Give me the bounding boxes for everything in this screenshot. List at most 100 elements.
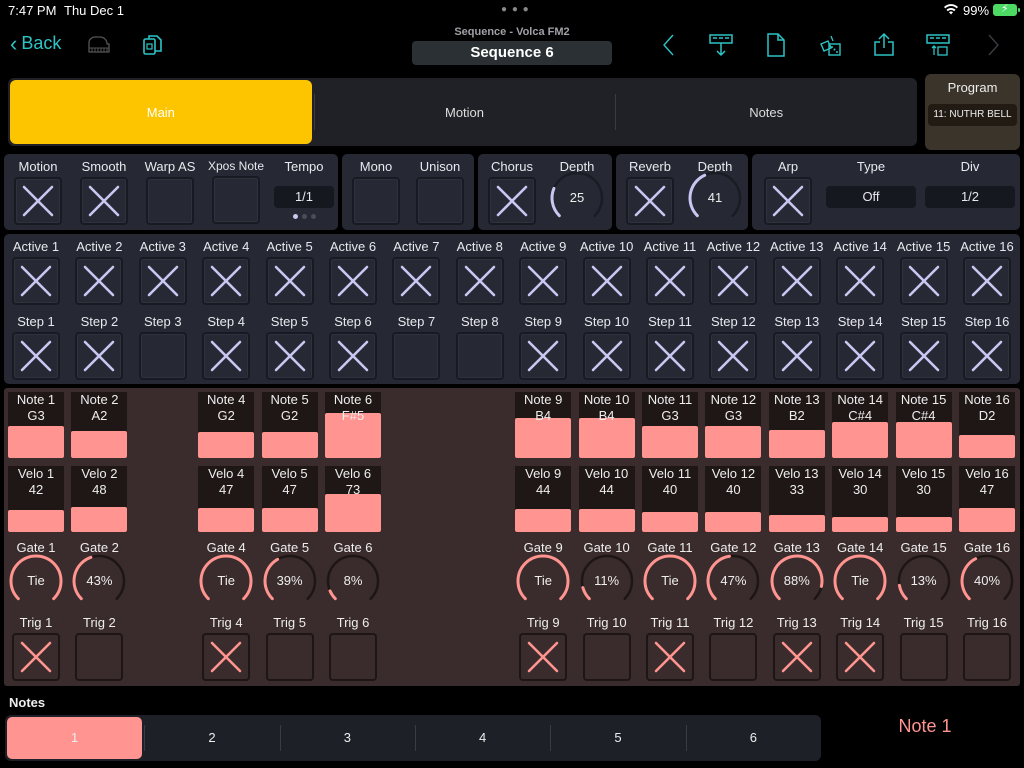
tab-main[interactable]: Main <box>10 80 312 144</box>
velocity-slider[interactable]: Velo 2 48 <box>71 466 128 532</box>
tab-notes[interactable]: Notes <box>615 78 917 146</box>
trig-checkbox[interactable] <box>75 633 124 681</box>
velocity-slider[interactable]: Velo 13 33 <box>768 466 825 532</box>
save-pattern-icon[interactable] <box>925 32 951 58</box>
step-checkbox[interactable] <box>582 332 631 380</box>
trig-checkbox[interactable] <box>836 633 885 681</box>
velocity-slider[interactable]: Velo 16 47 <box>959 466 1015 532</box>
trig-checkbox[interactable] <box>519 633 568 681</box>
trig-checkbox[interactable] <box>202 633 251 681</box>
active-checkbox[interactable] <box>709 257 758 305</box>
active-checkbox[interactable] <box>646 257 694 305</box>
active-checkbox[interactable] <box>138 257 187 305</box>
gate-dial[interactable]: Tie <box>642 553 698 609</box>
notes-segment-5[interactable]: 5 <box>550 715 685 761</box>
step-checkbox[interactable] <box>138 332 187 380</box>
velocity-slider[interactable]: Velo 12 40 <box>705 466 762 532</box>
chorus-depth-dial[interactable]: 25 <box>549 170 605 226</box>
chorus-checkbox[interactable] <box>488 177 536 225</box>
load-pattern-icon[interactable] <box>708 32 734 58</box>
trig-checkbox[interactable] <box>772 633 821 681</box>
active-checkbox[interactable] <box>519 257 568 305</box>
next-icon[interactable] <box>980 32 1006 58</box>
trig-checkbox[interactable] <box>12 633 60 681</box>
step-checkbox[interactable] <box>709 332 758 380</box>
trig-checkbox[interactable] <box>646 633 694 681</box>
reverb-depth-dial[interactable]: 41 <box>687 170 743 226</box>
note-slider[interactable]: Note 5 G2 <box>261 392 318 458</box>
share-icon[interactable] <box>871 32 897 58</box>
gate-dial[interactable]: 47% <box>705 553 761 609</box>
active-checkbox[interactable] <box>963 257 1011 305</box>
gate-dial[interactable]: Tie <box>832 553 888 609</box>
warp-as-checkbox[interactable] <box>146 177 194 225</box>
sequence-title[interactable]: Sequence 6 <box>412 41 612 65</box>
active-checkbox[interactable] <box>772 257 821 305</box>
trig-checkbox[interactable] <box>709 633 758 681</box>
notes-segment-2[interactable]: 2 <box>144 715 279 761</box>
note-slider[interactable]: Note 12 G3 <box>705 392 762 458</box>
back-button[interactable]: ‹ Back <box>10 32 61 54</box>
step-checkbox[interactable] <box>836 332 885 380</box>
active-checkbox[interactable] <box>582 257 631 305</box>
note-slider[interactable]: Note 14 C#4 <box>832 392 889 458</box>
reverb-checkbox[interactable] <box>626 177 674 225</box>
gate-dial[interactable]: Tie <box>515 553 571 609</box>
active-checkbox[interactable] <box>392 257 441 305</box>
step-checkbox[interactable] <box>772 332 821 380</box>
velocity-slider[interactable]: Velo 6 73 <box>325 466 381 532</box>
gate-dial[interactable]: 13% <box>896 553 952 609</box>
previous-icon[interactable] <box>656 32 682 58</box>
note-slider[interactable]: Note 6 F#5 <box>325 392 381 458</box>
step-checkbox[interactable] <box>265 332 314 380</box>
velocity-slider[interactable]: Velo 15 30 <box>895 466 952 532</box>
tab-motion[interactable]: Motion <box>313 78 616 146</box>
notes-segment-4[interactable]: 4 <box>414 715 550 761</box>
trig-checkbox[interactable] <box>265 633 314 681</box>
active-checkbox[interactable] <box>455 257 504 305</box>
notes-segment-6[interactable]: 6 <box>685 715 821 761</box>
gate-dial[interactable]: 39% <box>262 553 318 609</box>
piano-icon[interactable] <box>86 32 112 58</box>
smooth-checkbox[interactable] <box>80 177 128 225</box>
velocity-slider[interactable]: Velo 1 42 <box>8 466 64 532</box>
step-checkbox[interactable] <box>455 332 504 380</box>
gate-dial[interactable]: Tie <box>198 553 254 609</box>
notes-segment-1[interactable]: 1 <box>7 717 143 759</box>
note-slider[interactable]: Note 10 B4 <box>578 392 635 458</box>
gate-dial[interactable]: 11% <box>579 553 635 609</box>
copy-icon[interactable] <box>140 32 166 58</box>
step-checkbox[interactable] <box>963 332 1011 380</box>
step-checkbox[interactable] <box>202 332 251 380</box>
velocity-slider[interactable]: Velo 5 47 <box>261 466 318 532</box>
note-slider[interactable]: Note 1 G3 <box>8 392 64 458</box>
note-slider[interactable]: Note 15 C#4 <box>895 392 952 458</box>
step-checkbox[interactable] <box>899 332 948 380</box>
gate-dial[interactable]: 43% <box>71 553 127 609</box>
arp-checkbox[interactable] <box>764 177 812 225</box>
active-checkbox[interactable] <box>202 257 251 305</box>
gate-dial[interactable]: 8% <box>325 553 381 609</box>
note-slider[interactable]: Note 13 B2 <box>768 392 825 458</box>
notes-segment-3[interactable]: 3 <box>279 715 415 761</box>
randomize-dice-icon[interactable] <box>817 32 843 58</box>
velocity-slider[interactable]: Velo 4 47 <box>198 466 255 532</box>
velocity-slider[interactable]: Velo 11 40 <box>642 466 698 532</box>
step-checkbox[interactable] <box>12 332 60 380</box>
note-slider[interactable]: Note 16 D2 <box>959 392 1015 458</box>
new-document-icon[interactable] <box>763 32 789 58</box>
active-checkbox[interactable] <box>75 257 124 305</box>
step-checkbox[interactable] <box>329 332 377 380</box>
arp-type-selector[interactable]: Off <box>826 186 916 208</box>
tempo-page-indicator[interactable] <box>274 214 334 219</box>
gate-dial[interactable]: 40% <box>959 553 1015 609</box>
active-checkbox[interactable] <box>329 257 377 305</box>
note-slider[interactable]: Note 9 B4 <box>515 392 572 458</box>
trig-checkbox[interactable] <box>899 633 948 681</box>
step-checkbox[interactable] <box>519 332 568 380</box>
motion-checkbox[interactable] <box>14 177 62 225</box>
gate-dial[interactable]: 88% <box>769 553 825 609</box>
arp-div-selector[interactable]: 1/2 <box>925 186 1015 208</box>
note-slider[interactable]: Note 4 G2 <box>198 392 255 458</box>
trig-checkbox[interactable] <box>582 633 631 681</box>
